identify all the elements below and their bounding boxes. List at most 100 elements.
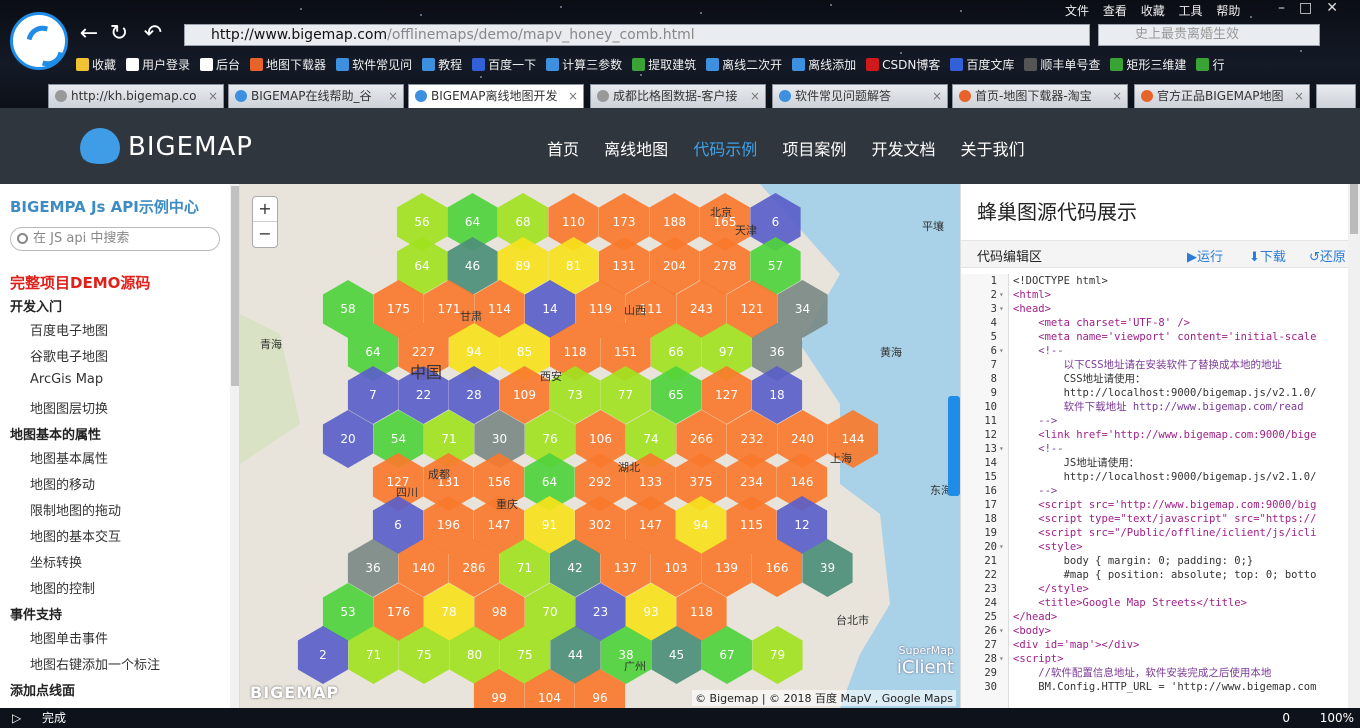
- map-view[interactable]: 56 64 68 110 173 188 165 6 64 46 89 81 131 204 278 57 58…: [240, 184, 960, 708]
- nav-code-examples[interactable]: 代码示例: [693, 140, 757, 159]
- bookmark-item[interactable]: 顺丰单号查: [1024, 56, 1100, 74]
- back-icon[interactable]: ←: [76, 22, 102, 46]
- browser-tab[interactable]: http://kh.bigemap.co ×: [48, 84, 224, 108]
- code-line: <body>: [1013, 625, 1051, 637]
- nav-projects[interactable]: 项目案例: [782, 140, 846, 159]
- nav-about[interactable]: 关于我们: [961, 140, 1025, 159]
- refresh-icon[interactable]: ↻: [106, 22, 132, 46]
- sidebar-item[interactable]: 地图单击事件: [30, 628, 108, 647]
- sidebar-item[interactable]: 地图的控制: [30, 578, 95, 597]
- hex-value: 375: [690, 475, 713, 489]
- browser-tab[interactable]: 官方正品BIGEMAP地图 ×: [1134, 84, 1310, 108]
- hex-value: 22: [416, 388, 431, 402]
- line-number: 17: [984, 499, 997, 511]
- menu-file[interactable]: 文件: [1065, 4, 1089, 18]
- fold-toggle-icon[interactable]: ▾: [999, 302, 1004, 316]
- fold-toggle-icon[interactable]: ▾: [999, 442, 1004, 456]
- menu-view[interactable]: 查看: [1103, 4, 1127, 18]
- tab-close-icon[interactable]: ×: [750, 85, 760, 107]
- sidebar-item[interactable]: 谷歌电子地图: [30, 346, 108, 365]
- zoom-out-button[interactable]: −: [253, 222, 277, 247]
- fold-toggle-icon[interactable]: ▾: [999, 344, 1004, 358]
- sidebar-item[interactable]: 地图图层切换: [30, 398, 108, 417]
- tab-close-icon[interactable]: ×: [208, 85, 218, 107]
- download-button[interactable]: ⬇下载: [1249, 246, 1286, 265]
- sidebar-item[interactable]: 坐标转换: [30, 552, 82, 571]
- bookmark-item[interactable]: 离线二次开: [706, 56, 782, 74]
- sidebar-item[interactable]: 地图的基本交互: [30, 526, 121, 545]
- tab-close-icon[interactable]: ×: [1112, 85, 1122, 107]
- menu-favorites[interactable]: 收藏: [1141, 4, 1165, 18]
- restore-button[interactable]: ↺还原: [1309, 246, 1346, 265]
- browser-tab[interactable]: 成都比格图数据-客户接 ×: [590, 84, 766, 108]
- code-line: -->: [1013, 485, 1058, 497]
- bookmark-item[interactable]: 后台: [200, 56, 240, 74]
- tab-close-icon[interactable]: ×: [388, 85, 398, 107]
- bookmark-item[interactable]: 教程: [422, 56, 462, 74]
- fold-toggle-icon[interactable]: ▾: [999, 652, 1004, 666]
- hex-value: 56: [414, 215, 429, 229]
- sidebar-item[interactable]: 地图右键添加一个标注: [30, 654, 160, 673]
- line-number: 9: [990, 387, 997, 399]
- menu-tools[interactable]: 工具: [1179, 4, 1203, 18]
- fold-toggle-icon[interactable]: ▾: [999, 624, 1004, 638]
- tab-close-icon[interactable]: ×: [568, 85, 578, 107]
- sidebar: BIGEMPA Js API示例中心 在 JS api 中搜索 完整项目DEMO…: [0, 184, 240, 708]
- tab-label: 成都比格图数据-客户接: [613, 89, 738, 103]
- browser-tab[interactable]: BIGEMAP在线帮助_谷 ×: [228, 84, 404, 108]
- bookmark-item[interactable]: 离线添加: [792, 56, 856, 74]
- browser-logo-icon[interactable]: [10, 12, 68, 70]
- window-controls[interactable]: –□✕: [1278, 0, 1352, 16]
- demo-source-link[interactable]: 完整项目DEMO源码: [10, 272, 150, 293]
- address-bar[interactable]: http://www.bigemap.com/offlinemaps/demo/…: [184, 24, 1090, 46]
- new-tab-button[interactable]: [1316, 84, 1356, 108]
- fold-toggle-icon[interactable]: ▾: [999, 540, 1004, 554]
- bookmark-item[interactable]: 百度文库: [950, 56, 1014, 74]
- zoom-in-button[interactable]: +: [253, 197, 277, 222]
- code-editor[interactable]: 1 2 ▾ 3 ▾ 4 5 6 ▾ 7 8 9 10 11 12 13 ▾ 14 15 16 17 18 19 20 ▾ 21 22…: [961, 274, 1360, 708]
- browser-tab[interactable]: BIGEMAP离线地图开发 ×: [408, 84, 584, 108]
- map-attribution[interactable]: © Bigemap | © 2018 百度 MapV , Google Maps: [692, 690, 956, 706]
- menu-help[interactable]: 帮助: [1216, 4, 1240, 18]
- tab-close-icon[interactable]: ×: [1294, 85, 1304, 107]
- page-scrollbar[interactable]: [1348, 184, 1360, 708]
- line-number: 22: [984, 569, 997, 581]
- bookmark-item[interactable]: 用户登录: [126, 56, 190, 74]
- bookmark-item[interactable]: 收藏: [76, 56, 116, 74]
- zoom-level[interactable]: 100%: [1320, 708, 1354, 728]
- sidebar-item[interactable]: 地图基本属性: [30, 448, 108, 467]
- play-icon[interactable]: ▷: [12, 708, 21, 728]
- map-place-label: 西安: [540, 369, 562, 383]
- sidebar-section-heading: 开发入门: [10, 300, 63, 315]
- bookmark-label: 教程: [438, 58, 463, 72]
- bookmark-item[interactable]: CSDN博客: [866, 56, 940, 74]
- bookmark-item[interactable]: 百度一下: [472, 56, 536, 74]
- hex-value: 6: [772, 215, 780, 229]
- sidebar-item[interactable]: 百度电子地图: [30, 320, 108, 339]
- nav-home[interactable]: 首页: [547, 140, 579, 159]
- hex-value: 173: [613, 215, 636, 229]
- sidebar-item[interactable]: 地图的移动: [30, 474, 95, 493]
- sidebar-item[interactable]: ArcGis Map: [30, 372, 103, 387]
- bookmark-item[interactable]: 矩形三维建: [1110, 56, 1186, 74]
- run-button[interactable]: ▶运行: [1187, 246, 1223, 265]
- sidebar-item[interactable]: 限制地图的拖动: [30, 500, 121, 519]
- bookmark-item[interactable]: 提取建筑: [632, 56, 696, 74]
- tab-close-icon[interactable]: ×: [932, 85, 942, 107]
- bookmark-item[interactable]: 计算三参数: [546, 56, 622, 74]
- nav-docs[interactable]: 开发文档: [871, 140, 935, 159]
- bookmark-item[interactable]: 地图下载器: [250, 56, 326, 74]
- fold-toggle-icon[interactable]: ▾: [999, 288, 1004, 302]
- browser-tab[interactable]: 软件常见问题解答 ×: [772, 84, 948, 108]
- tab-strip: http://kh.bigemap.co × BIGEMAP在线帮助_谷 × BIGEM…: [0, 84, 1360, 108]
- browser-search-input[interactable]: 史上最贵离婚生效: [1098, 24, 1320, 46]
- bookmark-item[interactable]: 行: [1196, 56, 1224, 74]
- resize-handle[interactable]: [948, 396, 960, 496]
- nav-offline-map[interactable]: 离线地图: [604, 140, 668, 159]
- browser-tab[interactable]: 首页-地图下载器-淘宝 ×: [952, 84, 1128, 108]
- hex-value: 94: [693, 518, 708, 532]
- undo-icon[interactable]: ↶: [140, 22, 166, 46]
- sidebar-search-input[interactable]: 在 JS api 中搜索: [10, 227, 220, 251]
- sidebar-scrollbar[interactable]: [230, 184, 239, 708]
- bookmark-item[interactable]: 软件常见问: [336, 56, 412, 74]
